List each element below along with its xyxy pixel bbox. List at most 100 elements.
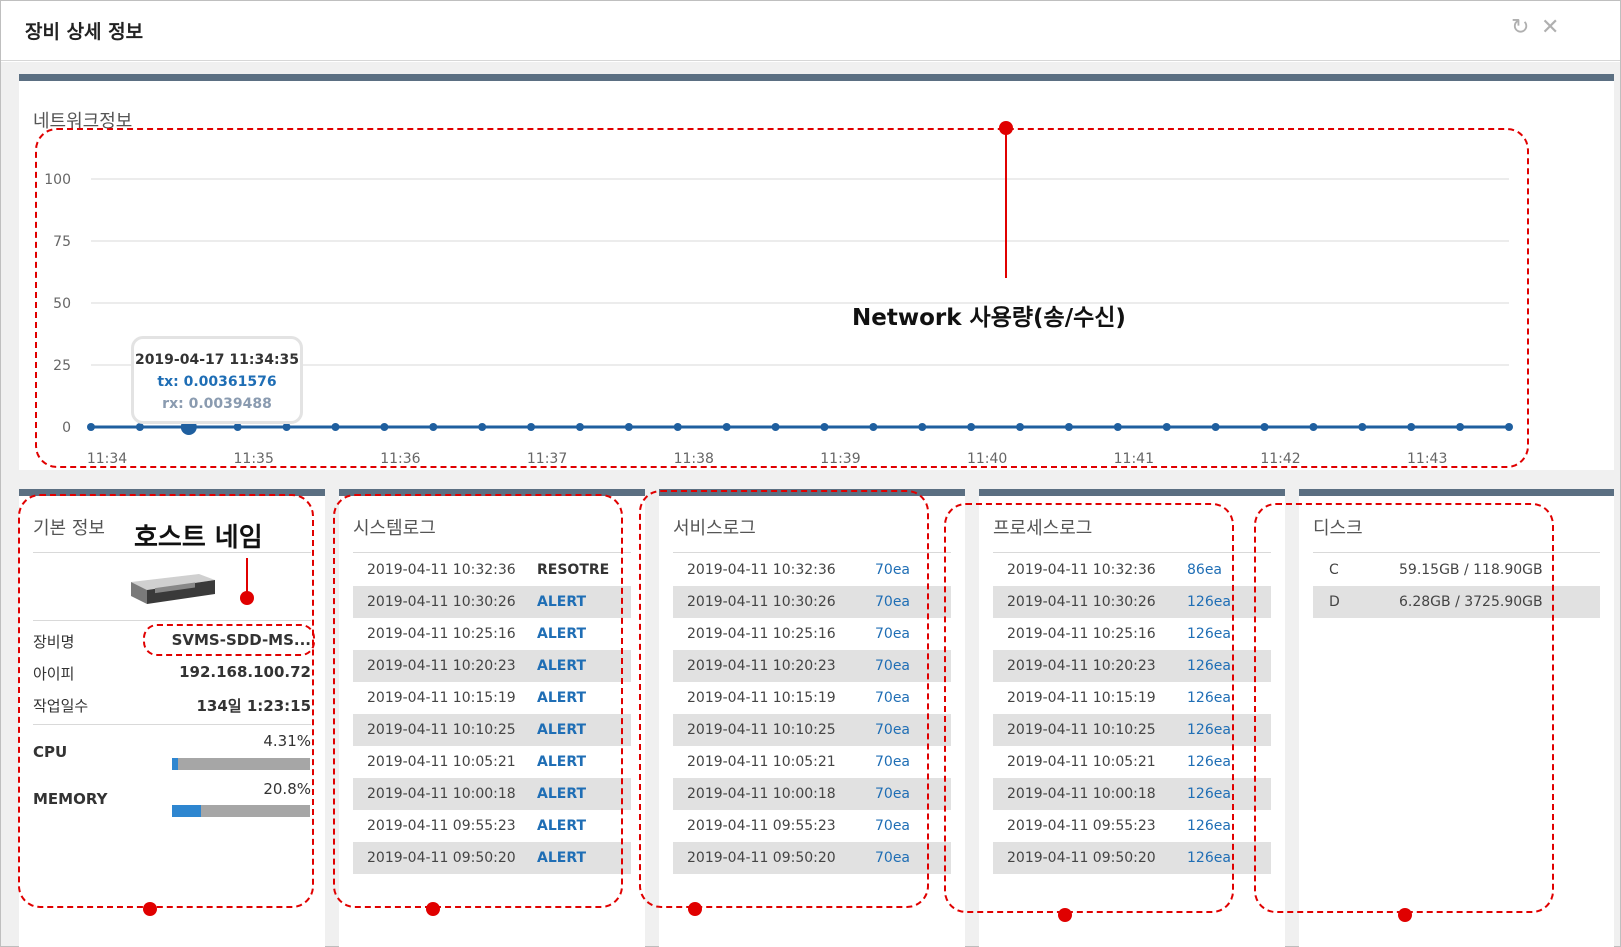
list-item[interactable]: 2019-04-11 10:32:36 70ea [673, 554, 951, 586]
x-tick-label: 11:40 [967, 451, 1007, 467]
annotation-hostname-label: 호스트 네임 [134, 523, 263, 553]
list-item[interactable]: 2019-04-11 10:25:16 ALERT [353, 618, 631, 650]
log-status: ALERT [537, 658, 587, 674]
list-item[interactable]: D 6.28GB / 3725.90GB [1313, 586, 1600, 618]
refresh-icon[interactable]: ↻ [1511, 15, 1529, 40]
chart-tooltip: 2019-04-17 11:34:35 tx: 0.00361576 rx: 0… [131, 336, 303, 424]
x-tick-label: 11:39 [820, 451, 860, 467]
device-name-label: 장비명 [33, 633, 75, 651]
divider [353, 552, 631, 553]
system-log-panel: 시스템로그 2019-04-11 10:32:36 RESOTRE 2019-04-… [339, 489, 645, 947]
cpu-label: CPU [33, 743, 68, 761]
log-time: 2019-04-11 10:20:23 [687, 658, 836, 674]
annotation-line [246, 558, 248, 594]
log-time: 2019-04-11 10:05:21 [367, 754, 516, 770]
log-time: 2019-04-11 09:50:20 [367, 850, 516, 866]
title-bar: 장비 상세 정보 ↻ ✕ [1, 1, 1620, 61]
process-log-panel: 프로세스로그 2019-04-11 10:32:36 86ea 2019-04-11… [979, 489, 1285, 947]
list-item[interactable]: 2019-04-11 10:05:21 ALERT [353, 746, 631, 778]
log-time: 2019-04-11 10:32:36 [367, 562, 516, 578]
ip-label: 아이피 [33, 665, 75, 683]
list-item[interactable]: C 59.15GB / 118.90GB [1313, 554, 1600, 586]
log-count: 70ea [875, 626, 911, 642]
list-item[interactable]: 2019-04-11 10:25:16 126ea [993, 618, 1271, 650]
list-item[interactable]: 2019-04-11 10:05:21 126ea [993, 746, 1271, 778]
cpu-value: 4.31% [263, 732, 311, 750]
divider [673, 552, 951, 553]
service-log-list: 2019-04-11 10:32:36 70ea 2019-04-11 10:30:… [673, 554, 951, 874]
list-item[interactable]: 2019-04-11 10:10:25 126ea [993, 714, 1271, 746]
log-status: ALERT [537, 818, 587, 834]
log-time: 2019-04-11 10:20:23 [1007, 658, 1156, 674]
list-item[interactable]: 2019-04-11 10:20:23 ALERT [353, 650, 631, 682]
list-item[interactable]: 2019-04-11 09:55:23 70ea [673, 810, 951, 842]
divider [33, 620, 311, 621]
log-status: ALERT [537, 722, 587, 738]
list-item[interactable]: 2019-04-11 10:05:21 70ea [673, 746, 951, 778]
x-tick-label: 11:38 [674, 451, 714, 467]
log-time: 2019-04-11 10:05:21 [687, 754, 836, 770]
y-tick-label: 0 [62, 420, 71, 436]
process-log-list: 2019-04-11 10:32:36 86ea 2019-04-11 10:30:… [993, 554, 1271, 874]
log-count: 126ea [1187, 626, 1231, 642]
list-item[interactable]: 2019-04-11 10:00:18 ALERT [353, 778, 631, 810]
list-item[interactable]: 2019-04-11 10:10:25 70ea [673, 714, 951, 746]
list-item[interactable]: 2019-04-11 10:25:16 70ea [673, 618, 951, 650]
log-time: 2019-04-11 10:30:26 [687, 594, 836, 610]
list-item[interactable]: 2019-04-11 10:15:19 126ea [993, 682, 1271, 714]
log-count: 126ea [1187, 722, 1231, 738]
service-log-title: 서비스로그 [673, 518, 756, 539]
log-time: 2019-04-11 10:10:25 [367, 722, 516, 738]
divider [33, 724, 311, 725]
list-item[interactable]: 2019-04-11 10:20:23 126ea [993, 650, 1271, 682]
log-count: 126ea [1187, 754, 1231, 770]
list-item[interactable]: 2019-04-11 09:50:20 ALERT [353, 842, 631, 874]
disk-title: 디스크 [1313, 518, 1363, 539]
annotation-network-label: Network 사용량(송/수신) [852, 305, 1126, 331]
annotation-dot [143, 902, 157, 916]
list-item[interactable]: 2019-04-11 09:50:20 126ea [993, 842, 1271, 874]
list-item[interactable]: 2019-04-11 09:55:23 ALERT [353, 810, 631, 842]
annotation-line [1005, 128, 1007, 278]
list-item[interactable]: 2019-04-11 10:32:36 86ea [993, 554, 1271, 586]
x-tick-label: 11:37 [527, 451, 567, 467]
basic-info-title: 기본 정보 [33, 518, 105, 539]
log-count: 70ea [875, 754, 911, 770]
memory-usage-bar [172, 805, 310, 817]
disk-size: 59.15GB / 118.90GB [1399, 562, 1543, 578]
list-item[interactable]: 2019-04-11 09:55:23 126ea [993, 810, 1271, 842]
close-icon[interactable]: ✕ [1541, 15, 1559, 40]
x-tick-label: 11:36 [380, 451, 420, 467]
service-log-panel: 서비스로그 2019-04-11 10:32:36 70ea 2019-04-11 … [659, 489, 965, 947]
y-tick-label: 50 [53, 296, 71, 312]
log-time: 2019-04-11 10:32:36 [687, 562, 836, 578]
log-time: 2019-04-11 09:55:23 [687, 818, 836, 834]
log-count: 70ea [875, 690, 911, 706]
divider [1313, 552, 1600, 553]
list-item[interactable]: 2019-04-11 10:30:26 126ea [993, 586, 1271, 618]
disk-size: 6.28GB / 3725.90GB [1399, 594, 1543, 610]
list-item[interactable]: 2019-04-11 10:00:18 126ea [993, 778, 1271, 810]
log-count: 70ea [875, 818, 911, 834]
content-area: 네트워크정보 0 25 50 75 100 11:34 11:35 11:36 11:37 11:… [1, 62, 1620, 947]
annotation-dot [1398, 908, 1412, 922]
list-item[interactable]: 2019-04-11 10:15:19 70ea [673, 682, 951, 714]
annotation-dot [1058, 908, 1072, 922]
list-item[interactable]: 2019-04-11 10:32:36 RESOTRE [353, 554, 631, 586]
list-item[interactable]: 2019-04-11 10:30:26 70ea [673, 586, 951, 618]
uptime-label: 작업일수 [33, 697, 89, 715]
log-count: 126ea [1187, 786, 1231, 802]
log-time: 2019-04-11 10:20:23 [367, 658, 516, 674]
log-time: 2019-04-11 10:15:19 [687, 690, 836, 706]
list-item[interactable]: 2019-04-11 10:15:19 ALERT [353, 682, 631, 714]
log-time: 2019-04-11 10:00:18 [687, 786, 836, 802]
list-item[interactable]: 2019-04-11 10:10:25 ALERT [353, 714, 631, 746]
system-log-title: 시스템로그 [353, 518, 436, 539]
x-tick-label: 11:34 [87, 451, 127, 467]
list-item[interactable]: 2019-04-11 09:50:20 70ea [673, 842, 951, 874]
tooltip-tx: tx: 0.00361576 [157, 374, 277, 390]
log-status: ALERT [537, 690, 587, 706]
list-item[interactable]: 2019-04-11 10:20:23 70ea [673, 650, 951, 682]
list-item[interactable]: 2019-04-11 10:30:26 ALERT [353, 586, 631, 618]
list-item[interactable]: 2019-04-11 10:00:18 70ea [673, 778, 951, 810]
